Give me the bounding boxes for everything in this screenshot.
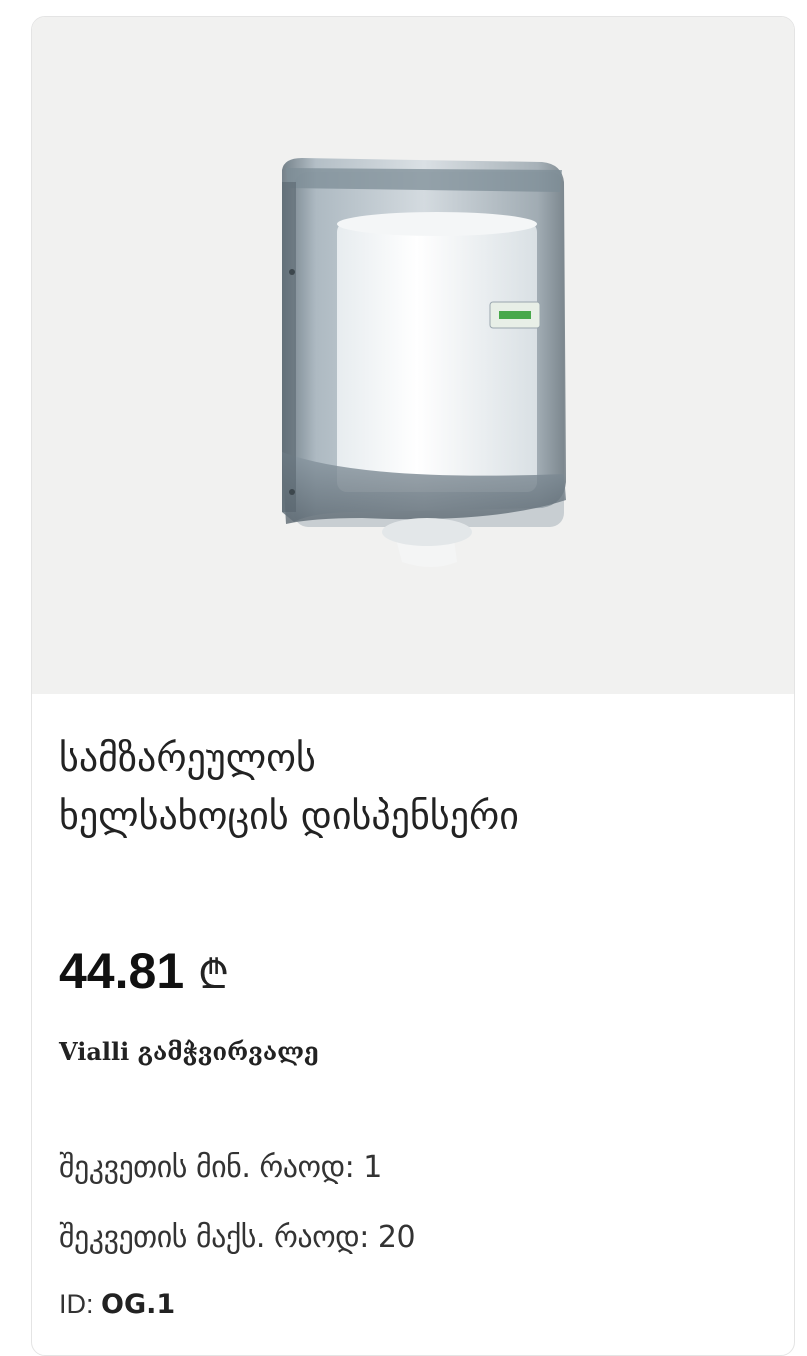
product-id-value: OG.1 xyxy=(101,1289,176,1320)
min-order-quantity: შეკვეთის მინ. რაოდ: 1 xyxy=(59,1150,382,1185)
product-title[interactable]: სამზარეულოს ხელსახოცის დისპენსერი xyxy=(59,729,779,845)
max-order-quantity-label: შეკვეთის მაქს. რაოდ: xyxy=(59,1220,369,1255)
product-title-line2: ხელსახოცის დისპენსერი xyxy=(59,794,519,838)
min-order-quantity-value: 1 xyxy=(363,1150,382,1185)
product-id: ID: OG.1 xyxy=(59,1289,175,1320)
brand-variant: Vialli გამჭვირვალე xyxy=(59,1037,319,1066)
paper-towel-dispenser-image xyxy=(282,158,566,567)
price: 44.81 ₾ xyxy=(59,942,229,1002)
product-card[interactable]: სამზარეულოს ხელსახოცის დისპენსერი 44.81 … xyxy=(31,16,795,1356)
product-title-line1: სამზარეულოს xyxy=(59,736,316,780)
max-order-quantity: შეკვეთის მაქს. რაოდ: 20 xyxy=(59,1220,416,1255)
min-order-quantity-label: შეკვეთის მინ. რაოდ: xyxy=(59,1150,355,1185)
product-image-area[interactable] xyxy=(32,17,794,694)
lari-currency-icon: ₾ xyxy=(198,952,229,998)
max-order-quantity-value: 20 xyxy=(377,1220,416,1255)
product-id-label: ID: xyxy=(59,1289,94,1319)
price-value: 44.81 xyxy=(59,943,185,999)
